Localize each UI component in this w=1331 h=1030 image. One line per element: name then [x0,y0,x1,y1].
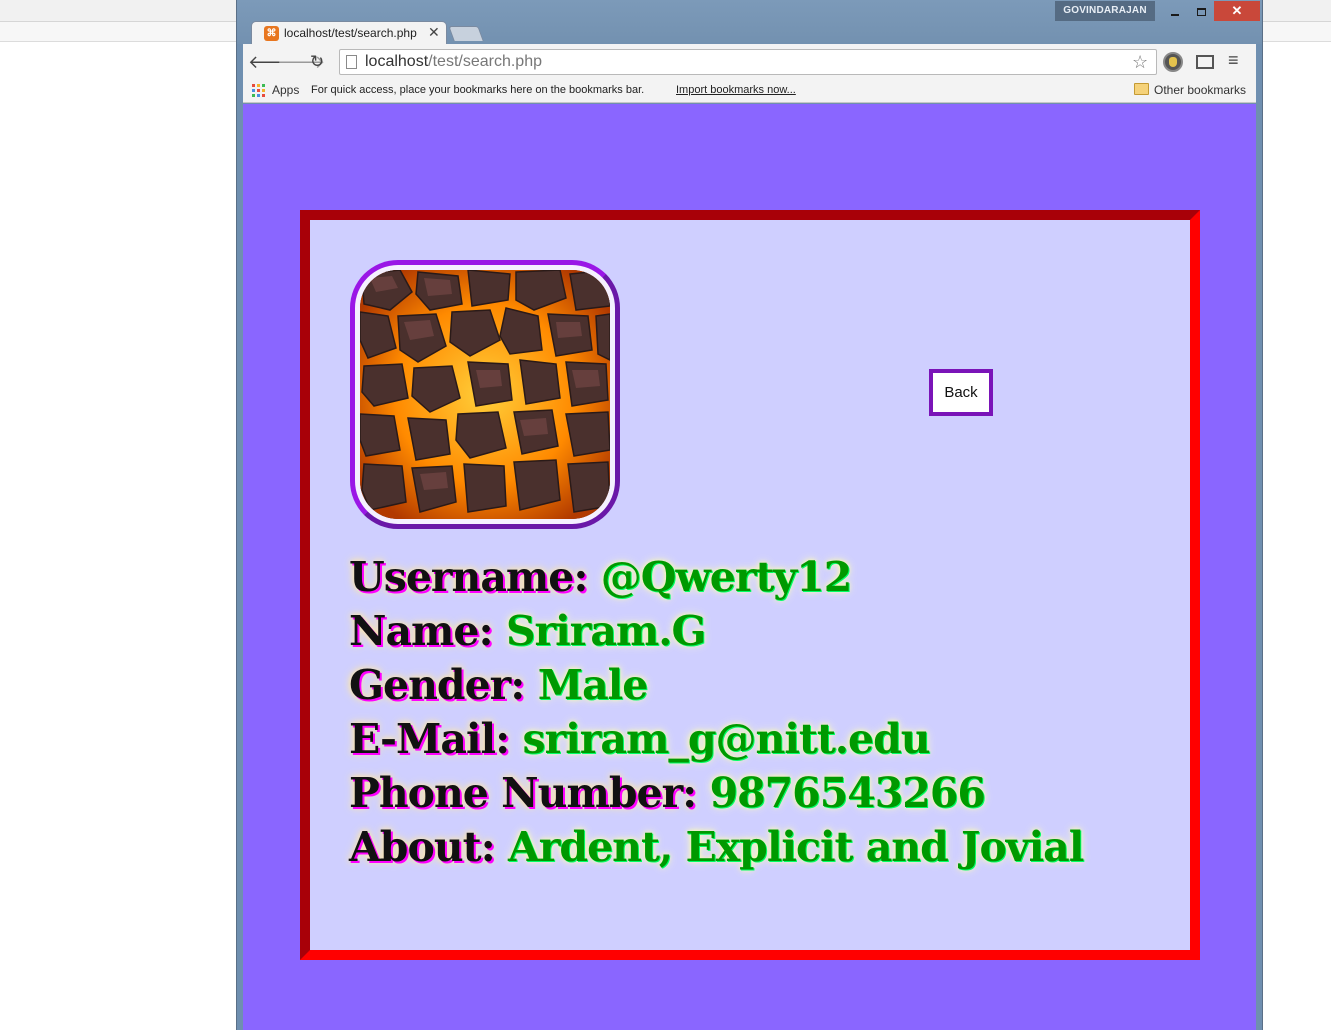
apps-link[interactable]: Apps [272,83,299,97]
phone-value: 9876543266 [709,769,986,817]
url-path: /test/search.php [428,53,542,70]
page-viewport: Back Username: @Qwerty12 Name: Sriram.G … [243,104,1256,1030]
star-icon[interactable]: ☆ [1132,52,1148,73]
url-text[interactable]: localhost/test/search.php [365,53,542,71]
avatar [350,260,620,529]
maximize-icon [1196,7,1206,16]
gender-value: Male [537,661,649,709]
profile-badge[interactable]: GOVINDARAJAN [1055,1,1155,21]
phone-label: Phone Number: [349,769,697,817]
gender-row: Gender: Male [349,658,1169,712]
background-window-toolbar-right [1262,22,1331,42]
desktop: GOVINDARAJAN ✕ ⌘ localhost/test/search.p… [0,0,1331,1030]
tab-close-icon[interactable]: ✕ [428,24,440,41]
avatar-image [360,270,610,519]
name-value: Sriram.G [505,607,707,655]
browser-titlebar: GOVINDARAJAN ✕ ⌘ localhost/test/search.p… [237,0,1262,45]
username-row: Username: @Qwerty12 [349,550,1169,604]
username-value: @Qwerty12 [600,553,853,601]
background-window-toolbar [0,22,237,42]
url-host: localhost [365,53,429,70]
background-window-titlebar-right [1262,0,1331,22]
back-button[interactable]: Back [929,369,993,416]
page-icon [346,55,357,69]
username-label: Username: [349,553,589,601]
new-tab-button[interactable] [448,26,484,41]
minimize-button[interactable] [1162,1,1188,21]
back-icon[interactable]: 🡐 [248,51,296,73]
browser-toolbar: 🡐 🡒 ↻ localhost/test/search.php ☆ ≡ [243,44,1256,80]
close-icon: ✕ [1231,3,1243,18]
background-window-titlebar [0,0,237,22]
email-label: E-Mail: [349,715,510,763]
bookmarks-hint: For quick access, place your bookmarks h… [311,84,645,96]
profile-card: Back Username: @Qwerty12 Name: Sriram.G … [300,210,1200,960]
about-label: About: [349,823,496,871]
cast-icon[interactable] [1196,55,1214,69]
other-bookmarks-button[interactable]: Other bookmarks [1154,83,1246,97]
close-window-button[interactable]: ✕ [1214,1,1260,21]
name-row: Name: Sriram.G [349,604,1169,658]
tab-title: localhost/test/search.php [284,26,417,40]
bookmarks-bar: Apps For quick access, place your bookma… [243,80,1256,103]
maximize-button[interactable] [1188,1,1214,21]
apps-icon[interactable] [252,84,265,97]
browser-window: GOVINDARAJAN ✕ ⌘ localhost/test/search.p… [236,0,1263,1030]
gender-label: Gender: [349,661,525,709]
extension-icon[interactable] [1163,52,1183,72]
name-label: Name: [349,607,494,655]
menu-icon[interactable]: ≡ [1228,50,1239,71]
folder-icon [1134,83,1149,95]
about-row: About: Ardent, Explicit and Jovial [349,820,1169,874]
tab-search-php[interactable]: ⌘ localhost/test/search.php ✕ [251,21,447,45]
forward-icon[interactable]: 🡒 [277,51,325,73]
address-bar[interactable]: localhost/test/search.php ☆ [339,49,1157,75]
lava-texture-image [360,270,610,519]
phone-row: Phone Number: 9876543266 [349,766,1169,820]
about-value: Ardent, Explicit and Jovial [508,823,1084,871]
xampp-favicon-icon: ⌘ [264,26,279,41]
email-value: sriram_g@nitt.edu [522,715,931,763]
minimize-icon [1171,13,1179,16]
import-bookmarks-link[interactable]: Import bookmarks now... [676,84,796,96]
profile-info: Username: @Qwerty12 Name: Sriram.G Gende… [349,550,1169,874]
email-row: E-Mail: sriram_g@nitt.edu [349,712,1169,766]
reload-icon[interactable]: ↻ [306,51,328,73]
